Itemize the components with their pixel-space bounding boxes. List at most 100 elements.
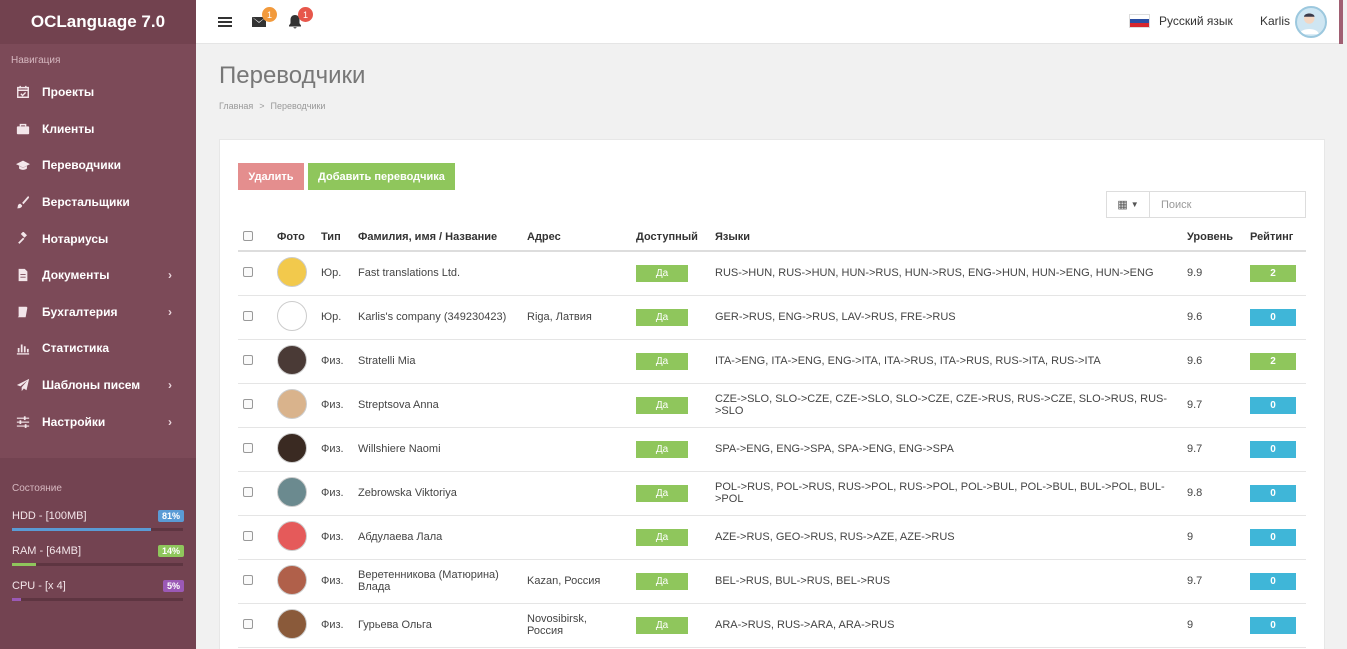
name-cell[interactable]: Fast translations Ltd. [353, 251, 522, 296]
col-type[interactable]: Тип [316, 224, 353, 252]
book-icon [15, 304, 31, 320]
select-all-checkbox[interactable] [243, 230, 253, 241]
row-select-cell [238, 383, 272, 428]
translator-photo[interactable] [277, 520, 307, 551]
type-cell: Физ. [316, 383, 353, 428]
row-checkbox[interactable] [243, 618, 253, 629]
topbar-edge [1339, 0, 1343, 44]
name-cell[interactable]: Zebrowska Viktoriya [353, 471, 522, 516]
sidebar-item-paint-brush[interactable]: Верстальщики [0, 184, 196, 221]
bell-icon[interactable]: 1 [287, 7, 313, 30]
hamburger-menu-icon[interactable] [217, 14, 233, 30]
sidebar-item-book[interactable]: Бухгалтерия › [0, 294, 196, 331]
available-badge: Да [636, 528, 688, 546]
translator-photo[interactable] [277, 388, 307, 419]
sidebar-item-graduation-cap[interactable]: Переводчики [0, 147, 196, 184]
col-languages[interactable]: Языки [710, 224, 1182, 252]
resource-meter: CPU - [x 4] 5% [12, 578, 184, 601]
user-name[interactable]: Karlis [1260, 14, 1290, 28]
table-row[interactable]: Физ. Гурьева Ольга Novosibirsk, Россия Да AR… [238, 603, 1306, 648]
translator-photo[interactable] [277, 608, 307, 639]
row-checkbox[interactable] [243, 442, 253, 453]
translator-photo[interactable] [277, 300, 307, 331]
sidebar-item-gavel[interactable]: Нотариусы [0, 220, 196, 257]
type-cell: Физ. [316, 559, 353, 604]
col-name[interactable]: Фамилия, имя / Название [353, 224, 522, 252]
translator-photo[interactable] [277, 344, 307, 375]
add-translator-button[interactable]: Добавить переводчика [308, 163, 455, 190]
row-checkbox[interactable] [243, 574, 253, 585]
app-title[interactable]: OCLanguage 7.0 [0, 0, 196, 44]
table-row[interactable]: Физ. Stratelli Mia Да ITA->ENG, ITA->ENG, E… [238, 339, 1306, 384]
meter-fill [12, 528, 151, 531]
translator-photo[interactable] [277, 432, 307, 463]
table-row[interactable]: Физ. Willshiere Naomi Да SPA->ENG, ENG->SPA… [238, 427, 1306, 472]
available-badge: Да [636, 396, 688, 414]
sidebar-item-label: Клиенты [42, 121, 95, 136]
name-cell[interactable]: Гурьева Ольга [353, 603, 522, 648]
user-avatar[interactable] [1295, 6, 1327, 38]
address-cell [522, 339, 631, 384]
address-cell [522, 427, 631, 472]
row-checkbox[interactable] [243, 310, 253, 321]
row-select-cell [238, 559, 272, 604]
name-cell[interactable]: Stratelli Mia [353, 339, 522, 384]
sidebar-item-label: Переводчики [42, 158, 122, 173]
col-rating[interactable]: Рейтинг [1245, 224, 1306, 252]
meter-badge: 81% [157, 510, 184, 522]
table-row[interactable]: Физ. Streptsova Anna Да CZE->SLO, SLO->CZE,… [238, 383, 1306, 428]
photo-cell [272, 339, 316, 384]
languages-cell: ITA->ENG, ITA->ENG, ENG->ITA, ITA->RUS, … [710, 339, 1182, 384]
translator-photo[interactable] [277, 476, 307, 507]
columns-toggle-button[interactable]: ▦ ▼ [1106, 191, 1150, 218]
name-cell[interactable]: Streptsova Anna [353, 383, 522, 428]
translator-photo[interactable] [277, 564, 307, 595]
search-input[interactable]: Поиск [1149, 191, 1306, 218]
chevron-right-icon: › [168, 414, 172, 429]
breadcrumb-home[interactable]: Главная [219, 101, 253, 111]
sidebar-item-calendar-check[interactable]: Проекты [0, 74, 196, 111]
table-row[interactable]: Физ. Zebrowska Viktoriya Да POL->RUS, POL->… [238, 471, 1306, 516]
col-address[interactable]: Адрес [522, 224, 631, 252]
name-cell[interactable]: Веретенникова (Матюрина) Влада [353, 559, 522, 604]
col-level[interactable]: Уровень [1182, 224, 1245, 252]
graduation-cap-icon [15, 157, 31, 173]
table-row[interactable]: Юр. Karlis's company (349230423) Riga, Лат… [238, 295, 1306, 340]
sidebar-item-paper-plane[interactable]: Шаблоны писем › [0, 367, 196, 404]
row-checkbox[interactable] [243, 530, 253, 541]
language-selector[interactable]: Русский язык [1129, 14, 1233, 28]
col-available[interactable]: Доступный [631, 224, 710, 252]
sidebar-item-sliders[interactable]: Настройки › [0, 403, 196, 440]
row-select-cell [238, 339, 272, 384]
type-cell: Юр. [316, 251, 353, 296]
row-checkbox[interactable] [243, 398, 253, 409]
name-cell[interactable]: Willshiere Naomi [353, 427, 522, 472]
envelope-icon[interactable]: 1 [251, 7, 277, 30]
rating-badge: 0 [1250, 440, 1296, 458]
row-checkbox[interactable] [243, 486, 253, 497]
table-row[interactable]: Физ. Абдулаева Лала Да AZE->RUS, GEO->RUS, … [238, 515, 1306, 560]
row-checkbox[interactable] [243, 354, 253, 365]
meter-track [12, 598, 183, 601]
sidebar-item-briefcase[interactable]: Клиенты [0, 111, 196, 148]
col-photo[interactable]: Фото [272, 224, 316, 252]
meter-track [12, 563, 183, 566]
row-select-cell [238, 295, 272, 340]
resource-meter: RAM - [64MB] 14% [12, 543, 184, 566]
table-row[interactable]: Юр. Fast translations Ltd. Да RUS->HUN, RUS… [238, 251, 1306, 296]
level-cell: 9.8 [1182, 471, 1245, 516]
translator-photo[interactable] [277, 256, 307, 287]
name-cell[interactable]: Абдулаева Лала [353, 515, 522, 560]
available-badge: Да [636, 616, 688, 634]
photo-cell [272, 251, 316, 296]
sidebar-item-document[interactable]: Документы › [0, 257, 196, 294]
table-row[interactable]: Физ. Веретенникова (Матюрина) Влада Kazan,… [238, 559, 1306, 604]
rating-badge: 2 [1250, 352, 1296, 370]
grid-icon: ▦ [1117, 199, 1128, 211]
name-cell[interactable]: Karlis's company (349230423) [353, 295, 522, 340]
messages-badge: 1 [262, 7, 277, 22]
delete-button[interactable]: Удалить [238, 163, 304, 190]
row-checkbox[interactable] [243, 266, 253, 277]
address-cell: Novosibirsk, Россия [522, 603, 631, 648]
sidebar-item-bar-chart[interactable]: Статистика [0, 330, 196, 367]
